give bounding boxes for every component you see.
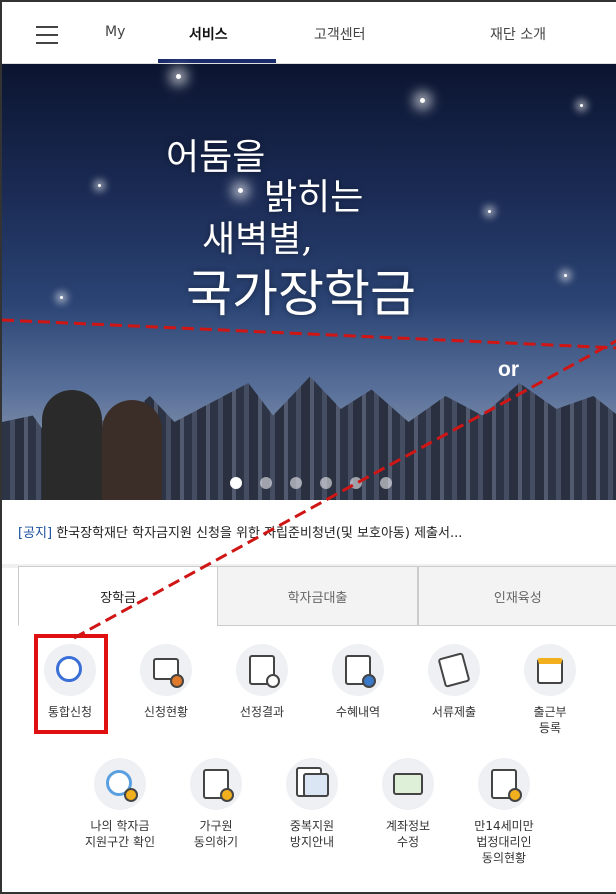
notice-tag: [공지] <box>18 526 53 541</box>
menu-application-status[interactable]: 신청현황 <box>118 644 214 720</box>
menu-my-support-tier[interactable]: 나의 학자금 지원구간 확인 <box>72 758 168 850</box>
nav-tab-service[interactable]: 서비스 <box>189 24 228 44</box>
notice-link[interactable]: [공지] 한국장학재단 학자금지원 신청을 위한 자립준비청년(및 보호아동) … <box>18 522 616 541</box>
hero-headline-line1: 어둠을 <box>166 137 266 178</box>
menu-label: 신청현황 <box>143 705 189 719</box>
menu-icon[interactable] <box>36 26 58 44</box>
notice-text: 한국장학재단 학자금지원 신청을 위한 자립준비청년(및 보호아동) 제출서..… <box>52 526 463 541</box>
menu-label: 출근부 등록 <box>533 705 567 735</box>
tab-divider <box>220 625 616 626</box>
menu-label: 나의 학자금 지원구간 확인 <box>84 819 156 849</box>
document-consent-icon <box>478 758 530 810</box>
nav-tab-my[interactable]: My <box>105 24 125 40</box>
menu-label: 서류제출 <box>431 705 477 719</box>
star-decoration <box>238 188 243 193</box>
document-submit-icon <box>428 644 480 696</box>
top-navigation: My 서비스 고객센터 재단 소개 <box>2 2 616 64</box>
carousel-dot-6[interactable] <box>380 477 392 489</box>
annotation-or-label: or <box>498 358 519 381</box>
highlight-box <box>34 634 108 734</box>
menu-label: 가구원 동의하기 <box>193 819 239 849</box>
people-silhouette-image <box>32 370 182 500</box>
nav-active-indicator <box>158 59 276 63</box>
star-decoration <box>60 296 63 299</box>
menu-label: 만14세미만 법정대리인 동의현황 <box>474 819 534 865</box>
star-decoration <box>580 104 583 107</box>
magnifier-document-icon <box>236 644 288 696</box>
hero-headline-line4: 국가장학금 <box>186 265 416 323</box>
menu-household-consent[interactable]: 가구원 동의하기 <box>168 758 264 850</box>
menu-account-edit[interactable]: 계좌정보 수정 <box>360 758 456 850</box>
tab-talent-development[interactable]: 인재육성 <box>417 566 616 626</box>
carousel-dot-3[interactable] <box>290 477 302 489</box>
menu-document-submission[interactable]: 서류제출 <box>406 644 502 720</box>
carousel-indicators <box>230 477 392 489</box>
menu-guardian-consent[interactable]: 만14세미만 법정대리인 동의현황 <box>456 758 552 866</box>
carousel-dot-2[interactable] <box>260 477 272 489</box>
star-decoration <box>420 98 425 103</box>
app-frame: My 서비스 고객센터 재단 소개 어둠을 밝히는 새벽별, 국가장학금 [공지… <box>0 0 616 894</box>
hero-banner[interactable]: 어둠을 밝히는 새벽별, 국가장학금 <box>2 64 616 500</box>
carousel-dot-5[interactable] <box>350 477 362 489</box>
menu-benefit-history[interactable]: 수혜내역 <box>310 644 406 720</box>
menu-label: 계좌정보 수정 <box>385 819 431 849</box>
calendar-icon <box>524 644 576 696</box>
coins-magnifier-icon <box>94 758 146 810</box>
star-decoration <box>488 210 491 213</box>
money-document-icon <box>332 644 384 696</box>
menu-label: 선정결과 <box>239 705 285 719</box>
star-decoration <box>176 74 181 79</box>
tab-student-loan[interactable]: 학자금대출 <box>217 566 418 626</box>
nav-tab-customer-center[interactable]: 고객센터 <box>314 24 366 44</box>
star-decoration <box>98 184 101 187</box>
nav-tab-foundation[interactable]: 재단 소개 <box>490 24 546 44</box>
menu-label: 수혜내역 <box>335 705 381 719</box>
category-tabs: 장학금 학자금대출 인재육성 <box>18 566 616 626</box>
menu-attendance-registration[interactable]: 출근부 등록 <box>502 644 598 736</box>
carousel-dot-1[interactable] <box>230 477 242 489</box>
star-decoration <box>564 274 567 277</box>
bank-card-icon <box>382 758 434 810</box>
presentation-board-icon <box>140 644 192 696</box>
document-check-icon <box>190 758 242 810</box>
menu-selection-result[interactable]: 선정결과 <box>214 644 310 720</box>
tab-scholarship[interactable]: 장학금 <box>18 566 218 626</box>
menu-duplicate-prevention[interactable]: 중복지원 방지안내 <box>264 758 360 850</box>
carousel-dot-4[interactable] <box>320 477 332 489</box>
menu-label: 중복지원 방지안내 <box>289 819 335 849</box>
duplicate-documents-icon <box>286 758 338 810</box>
